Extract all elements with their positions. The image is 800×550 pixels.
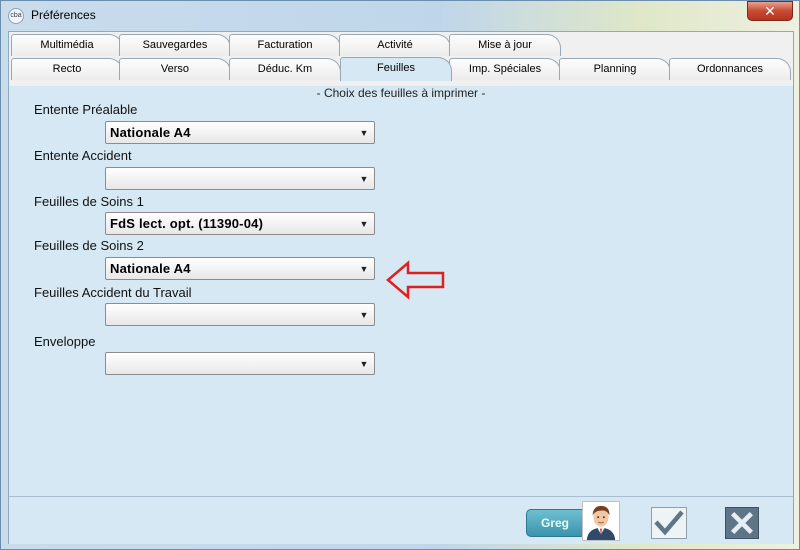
window-title: Préférences <box>31 8 96 22</box>
combo-feuilles-soins-1[interactable]: FdS lect. opt. (11390-04) ▼ <box>105 212 375 235</box>
tab-strip: Multimédia Sauvegardes Facturation Activ… <box>9 32 793 86</box>
tab-activite[interactable]: Activité <box>339 34 451 56</box>
combo-value: Nationale A4 <box>110 261 191 276</box>
label-feuilles-soins-1: Feuilles de Soins 1 <box>34 194 144 209</box>
label-enveloppe: Enveloppe <box>34 334 96 349</box>
tab-facturation[interactable]: Facturation <box>229 34 341 56</box>
label-entente-accident: Entente Accident <box>34 148 132 163</box>
combo-value: Nationale A4 <box>110 125 191 140</box>
footer-bar: Greg <box>9 496 793 544</box>
tab-sauvegardes[interactable]: Sauvegardes <box>119 34 231 56</box>
tab-ordonnances[interactable]: Ordonnances <box>669 58 791 80</box>
ok-button[interactable] <box>651 507 687 539</box>
chevron-down-icon: ▼ <box>359 219 369 229</box>
chevron-down-icon: ▼ <box>359 264 369 274</box>
preferences-window: cba Préférences ✕ Multimédia Sauvegardes… <box>0 0 800 550</box>
combo-accident-travail[interactable]: ▼ <box>105 303 375 326</box>
combo-entente-accident[interactable]: ▼ <box>105 167 375 190</box>
title-bar: cba Préférences ✕ <box>1 1 799 31</box>
avatar <box>582 501 620 541</box>
combo-enveloppe[interactable]: ▼ <box>105 352 375 375</box>
combo-feuilles-soins-2[interactable]: Nationale A4 ▼ <box>105 257 375 280</box>
chevron-down-icon: ▼ <box>359 128 369 138</box>
label-accident-travail: Feuilles Accident du Travail <box>34 285 192 300</box>
tab-multimedia[interactable]: Multimédia <box>11 34 123 56</box>
user-badge[interactable]: Greg <box>526 509 586 537</box>
label-entente-prealable: Entente Préalable <box>34 102 138 117</box>
section-title: - Choix des feuilles à imprimer - <box>316 86 486 100</box>
chevron-down-icon: ▼ <box>359 359 369 369</box>
combo-entente-prealable[interactable]: Nationale A4 ▼ <box>105 121 375 144</box>
client-area: Multimédia Sauvegardes Facturation Activ… <box>8 31 794 544</box>
combo-value: FdS lect. opt. (11390-04) <box>110 216 264 231</box>
tab-mise-a-jour[interactable]: Mise à jour <box>449 34 561 56</box>
feuilles-panel: - Choix des feuilles à imprimer - Entent… <box>9 86 793 494</box>
x-icon <box>730 511 754 535</box>
tab-verso[interactable]: Verso <box>119 58 231 80</box>
close-button[interactable]: ✕ <box>747 1 793 21</box>
tab-feuilles[interactable]: Feuilles <box>340 57 452 81</box>
chevron-down-icon: ▼ <box>359 174 369 184</box>
app-icon: cba <box>8 8 24 24</box>
tab-recto[interactable]: Recto <box>11 58 123 80</box>
left-arrow-icon <box>386 260 445 300</box>
tab-imp-speciales[interactable]: Imp. Spéciales <box>449 58 561 80</box>
cancel-button[interactable] <box>725 507 759 539</box>
label-feuilles-soins-2: Feuilles de Soins 2 <box>34 238 144 253</box>
chevron-down-icon: ▼ <box>359 310 369 320</box>
tab-planning[interactable]: Planning <box>559 58 671 80</box>
tab-deduc-km[interactable]: Déduc. Km <box>229 58 341 80</box>
